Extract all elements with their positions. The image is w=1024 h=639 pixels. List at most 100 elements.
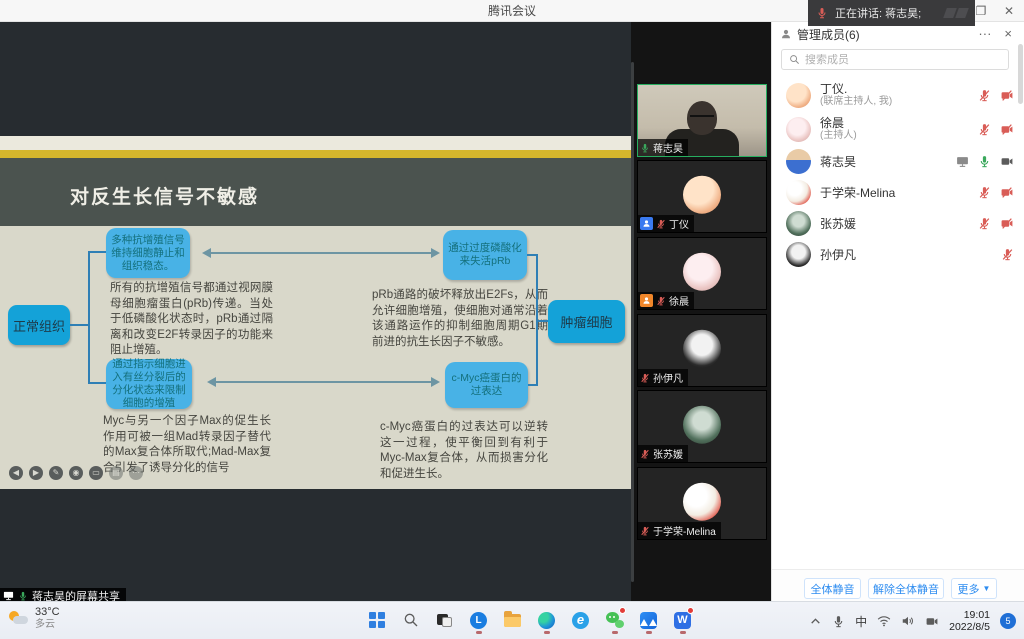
edge-browser-button[interactable] xyxy=(534,606,559,634)
manage-members-panel: 管理成员(6) ··· × 丁仪. (联席主持人, 我) xyxy=(771,22,1024,601)
slide-laser-icon: ◉ xyxy=(69,466,83,480)
taskbar-app-icons: L e W xyxy=(364,606,695,634)
flow-connector-left-mid-stub xyxy=(70,324,89,326)
lenovo-app-button[interactable]: L xyxy=(466,606,491,634)
mic-muted-icon[interactable] xyxy=(978,186,991,199)
more-button[interactable]: 更多▼ xyxy=(951,578,997,599)
camera-off-icon[interactable] xyxy=(1000,89,1014,102)
member-role: (联席主持人, 我) xyxy=(820,96,892,108)
slide-paragraph-top-left: 所有的抗增殖信号都通过视网膜母细胞瘤蛋白(pRb)传递。当处于低磷酸化状态时，p… xyxy=(110,281,273,359)
notification-dot xyxy=(619,607,626,614)
video-tile[interactable]: 徐晨 xyxy=(637,237,767,310)
video-tile[interactable]: 孙伊凡 xyxy=(637,314,767,387)
flow-connector-right-bottom-stub xyxy=(528,384,537,386)
slide-pen-icon: ✎ xyxy=(49,466,63,480)
edge-icon xyxy=(538,612,555,629)
member-row[interactable]: 张苏媛 xyxy=(772,208,1024,239)
slide-prev-icon: ◀ xyxy=(9,466,23,480)
slide-paragraph-top-right: pRb通路的破坏释放出E2Fs，从而允许细胞增殖，使细胞对通常沿着该通路运作的抑… xyxy=(372,288,548,350)
slide-presenter-toolbar: ◀ ▶ ✎ ◉ ▭ ▤ ⋯ xyxy=(9,466,143,480)
video-tile[interactable]: 丁仪 xyxy=(637,160,767,233)
camera-off-icon[interactable] xyxy=(1000,186,1014,199)
ie-browser-button[interactable]: e xyxy=(568,606,593,634)
notification-dot xyxy=(687,607,694,614)
task-view-icon xyxy=(437,614,452,627)
clock-widget[interactable]: 19:01 2022/8/5 xyxy=(949,609,990,633)
video-tile[interactable]: 蒋志昊 xyxy=(637,84,767,157)
tray-time: 19:01 xyxy=(949,609,990,621)
tray-mic-button[interactable] xyxy=(832,615,845,628)
screen-sharing-icon[interactable] xyxy=(956,155,969,168)
member-search-box[interactable] xyxy=(781,49,1009,70)
microphone-icon xyxy=(832,615,845,628)
weather-widget[interactable]: 33°C 多云 xyxy=(8,605,60,631)
mic-muted-icon[interactable] xyxy=(1001,248,1014,261)
mic-muted-icon xyxy=(656,296,666,306)
member-name: 于学荣-Melina xyxy=(820,186,895,200)
system-tray: 中 19:01 2022/8/5 5 xyxy=(809,602,1024,639)
tray-expand-button[interactable] xyxy=(809,615,822,628)
member-name: 丁仪. xyxy=(820,82,892,96)
co-host-badge-icon xyxy=(640,217,653,230)
mic-muted-icon[interactable] xyxy=(978,217,991,230)
flow-connector-right-mid-stub xyxy=(537,320,548,322)
camera-off-icon[interactable] xyxy=(1000,217,1014,230)
tray-network-button[interactable] xyxy=(877,614,891,628)
avatar xyxy=(786,211,811,236)
ime-indicator[interactable]: 中 xyxy=(855,613,867,630)
task-view-button[interactable] xyxy=(432,606,457,634)
flow-bubble-top-right: 通过过度磷酸化来失活pRb xyxy=(443,230,527,280)
camera-on-icon[interactable] xyxy=(1000,155,1014,168)
camera-off-icon[interactable] xyxy=(1000,123,1014,136)
file-explorer-button[interactable] xyxy=(500,606,525,634)
video-tile[interactable]: 于学荣-Melina xyxy=(637,467,767,540)
panel-close-icon[interactable]: × xyxy=(1000,24,1016,44)
search-button[interactable] xyxy=(398,606,423,634)
search-icon xyxy=(789,54,800,65)
close-window-icon[interactable]: ✕ xyxy=(994,0,1024,22)
member-row[interactable]: 徐晨 (主持人) xyxy=(772,112,1024,146)
tray-volume-button[interactable] xyxy=(901,614,915,628)
tencent-meeting-button[interactable] xyxy=(636,606,661,634)
mic-muted-icon[interactable] xyxy=(978,123,991,136)
wps-button[interactable]: W xyxy=(670,606,695,634)
member-row[interactable]: 于学荣-Melina xyxy=(772,177,1024,208)
speaking-label: 正在讲话: 蒋志昊; xyxy=(835,5,921,21)
flow-arrow-bottom xyxy=(215,381,432,383)
mic-on-icon[interactable] xyxy=(978,155,991,168)
member-search-input[interactable] xyxy=(805,54,1001,66)
mic-muted-icon xyxy=(656,219,666,229)
wechat-button[interactable] xyxy=(602,606,627,634)
member-row[interactable]: 孙伊凡 xyxy=(772,239,1024,270)
mic-muted-icon xyxy=(640,526,650,536)
video-tile[interactable]: 张苏媛 xyxy=(637,390,767,463)
screen-share-viewport: 对反生长信号不敏感 正常组织 肿瘤细胞 多种抗增殖信号维持细胞静止和组织稳态。 … xyxy=(0,22,631,601)
folder-icon xyxy=(504,614,521,627)
wifi-icon xyxy=(877,614,891,628)
windows-taskbar: 33°C 多云 L e W 中 19:01 2022/8/5 xyxy=(0,601,1024,639)
panel-more-icon[interactable]: ··· xyxy=(974,24,995,44)
slide-yellow-stripe xyxy=(0,150,631,158)
member-row[interactable]: 蒋志昊 xyxy=(772,146,1024,177)
member-row[interactable]: 丁仪. (联席主持人, 我) xyxy=(772,78,1024,112)
avatar xyxy=(683,329,721,367)
mic-muted-icon[interactable] xyxy=(978,89,991,102)
tile-name: 孙伊凡 xyxy=(653,370,683,385)
unmute-all-button[interactable]: 解除全体静音 xyxy=(868,578,944,599)
lenovo-app-icon: L xyxy=(470,612,487,629)
start-button[interactable] xyxy=(364,606,389,634)
video-strip-scrollbar[interactable] xyxy=(631,62,634,582)
member-name: 蒋志昊 xyxy=(820,155,856,169)
host-badge-icon xyxy=(640,294,653,307)
tray-camera-button[interactable] xyxy=(925,615,939,628)
weather-temperature: 33°C xyxy=(35,605,60,619)
tile-name: 徐晨 xyxy=(669,293,689,308)
wechat-icon xyxy=(606,612,624,628)
flow-connector-right-top-stub xyxy=(527,254,537,256)
windows-logo-icon xyxy=(369,612,385,628)
slide-annotate-icon: ▭ xyxy=(89,466,103,480)
notification-count-badge[interactable]: 5 xyxy=(1000,613,1016,629)
mic-on-icon xyxy=(640,143,650,153)
avatar xyxy=(786,180,811,205)
mute-all-button[interactable]: 全体静音 xyxy=(804,578,861,599)
